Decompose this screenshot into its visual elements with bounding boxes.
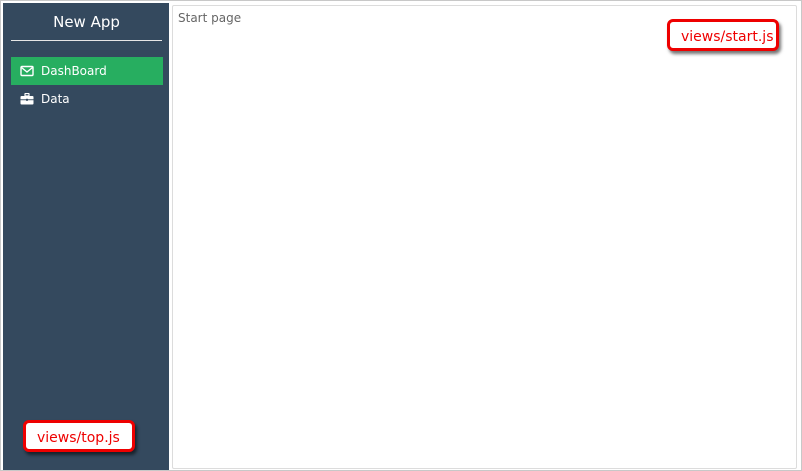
start-view-callout: views/start.js bbox=[667, 19, 779, 51]
sidebar-item-data[interactable]: Data bbox=[11, 85, 163, 113]
briefcase-icon bbox=[20, 93, 34, 105]
app-window: New App DashBoard Data Start page views/… bbox=[0, 0, 802, 471]
envelope-icon bbox=[20, 65, 34, 77]
sidebar: New App DashBoard Data bbox=[3, 3, 169, 470]
top-view-callout: views/top.js bbox=[23, 420, 135, 452]
page-title: Start page bbox=[178, 11, 242, 25]
sidebar-item-dashboard[interactable]: DashBoard bbox=[11, 57, 163, 85]
sidebar-menu: DashBoard Data bbox=[11, 57, 163, 113]
sidebar-item-label: Data bbox=[41, 92, 70, 106]
app-title: New App bbox=[11, 9, 162, 41]
sidebar-item-label: DashBoard bbox=[41, 64, 107, 78]
main-content: Start page bbox=[172, 5, 797, 469]
